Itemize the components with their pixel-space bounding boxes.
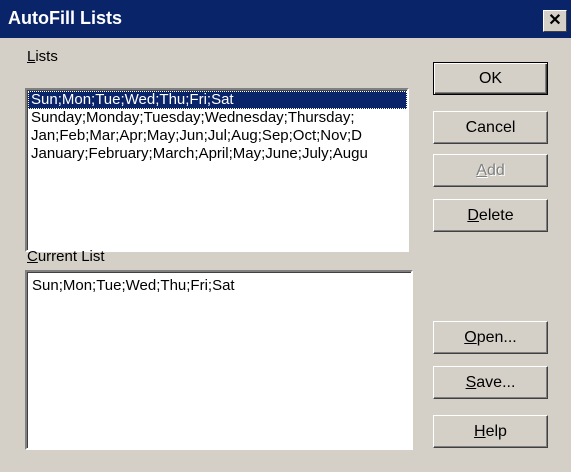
save-button[interactable]: Save... [433,366,548,399]
current-list-textarea[interactable]: Sun;Mon;Tue;Wed;Thu;Fri;Sat [25,270,413,450]
add-button-label-rest: dd [486,161,505,179]
lists-label: Lists [27,48,58,65]
open-button-label-rest: pen... [476,328,517,346]
window-title: AutoFill Lists [8,8,122,28]
list-item-2[interactable]: Jan;Feb;Mar;Apr;May;Jun;Jul;Aug;Sep;Oct;… [28,127,407,145]
delete-button-mnemonic: D [467,206,479,224]
lists-listbox-content: Sun;Mon;Tue;Wed;Thu;Fri;Sat Sunday;Monda… [27,90,407,250]
lists-label-rest: ists [35,48,58,65]
open-button-label: Open... [464,329,516,347]
save-button-mnemonic: S [465,373,477,391]
save-button-label-rest: ave... [476,373,516,391]
add-button-label: Add [476,162,504,180]
title-bar[interactable]: AutoFill Lists ✕ [0,0,571,38]
close-icon: ✕ [548,12,562,29]
autofill-lists-dialog: AutoFill Lists ✕ Lists Sun;Mon;Tue;Wed;T… [0,0,571,472]
current-list-value: Sun;Mon;Tue;Wed;Thu;Fri;Sat [32,277,235,294]
list-item-0[interactable]: Sun;Mon;Tue;Wed;Thu;Fri;Sat [28,91,407,109]
current-list-label-rest: urrent List [37,248,105,265]
ok-button[interactable]: OK [433,62,548,95]
add-button[interactable]: Add [433,154,548,187]
cancel-button[interactable]: Cancel [433,111,548,144]
close-button[interactable]: ✕ [543,10,567,32]
delete-button-label-rest: elete [478,206,514,224]
add-button-mnemonic: A [476,161,487,179]
lists-listbox[interactable]: Sun;Mon;Tue;Wed;Thu;Fri;Sat Sunday;Monda… [25,88,409,252]
ok-button-label: OK [478,69,503,87]
delete-button-label: Delete [467,207,513,225]
open-button[interactable]: Open... [433,321,548,354]
help-button-label: Help [474,423,507,441]
delete-button[interactable]: Delete [433,199,548,232]
current-list-label-mnemonic: C [27,248,38,265]
cancel-button-label: Cancel [465,118,516,136]
help-button-mnemonic: H [474,422,486,440]
list-item-3[interactable]: January;February;March;April;May;June;Ju… [28,145,407,163]
save-button-label: Save... [466,374,516,392]
current-list-content: Sun;Mon;Tue;Wed;Thu;Fri;Sat [27,272,411,448]
help-button-label-rest: elp [485,422,507,440]
help-button[interactable]: Help [433,415,548,448]
list-item-1[interactable]: Sunday;Monday;Tuesday;Wednesday;Thursday… [28,109,407,127]
current-list-label: Current List [27,248,105,265]
open-button-mnemonic: O [464,328,477,346]
